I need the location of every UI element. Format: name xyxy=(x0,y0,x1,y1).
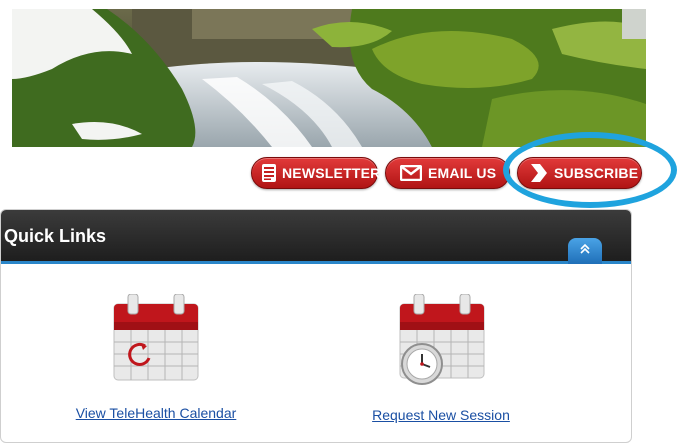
quick-links-title: Quick Links xyxy=(4,226,107,246)
newsletter-label: NEWSLETTER xyxy=(282,165,381,181)
telehealth-calendar-link[interactable]: View TeleHealth Calendar xyxy=(76,405,237,421)
header-action-buttons: NEWSLETTER EMAIL US SUBSCRIBE xyxy=(0,157,688,189)
quick-link-telehealth-calendar: View TeleHealth Calendar xyxy=(56,293,256,423)
quick-link-request-session: Request New Session xyxy=(346,293,536,425)
quick-links-panel: Quick Links View TeleHealth Calendar Req… xyxy=(0,209,632,443)
newsletter-icon xyxy=(262,164,276,182)
collapse-button[interactable] xyxy=(568,238,602,264)
email-us-button[interactable]: EMAIL US xyxy=(385,157,510,189)
calendar-clock-icon[interactable] xyxy=(346,293,536,391)
email-us-label: EMAIL US xyxy=(428,165,497,181)
request-new-session-link[interactable]: Request New Session xyxy=(372,407,510,423)
quick-links-header: Quick Links xyxy=(1,210,631,264)
envelope-icon xyxy=(400,165,422,181)
chevron-up-icon xyxy=(579,242,591,260)
chevron-right-icon xyxy=(528,163,548,183)
subscribe-button[interactable]: SUBSCRIBE xyxy=(517,157,642,189)
newsletter-button[interactable]: NEWSLETTER xyxy=(251,157,381,189)
subscribe-label: SUBSCRIBE xyxy=(554,165,639,181)
calendar-refresh-icon[interactable] xyxy=(56,293,256,389)
hero-image xyxy=(12,9,646,147)
